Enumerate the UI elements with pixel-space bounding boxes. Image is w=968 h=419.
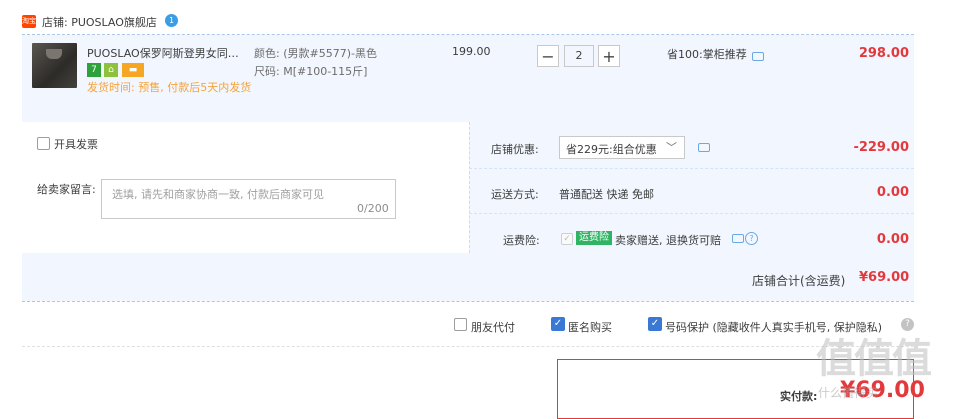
guarantee-icon: ⌂: [104, 63, 118, 77]
watermark-text: 什么值得买: [818, 386, 879, 400]
shipping-method: 普通配送 快递 免邮: [559, 188, 654, 201]
quantity-decrease-button[interactable]: −: [537, 45, 559, 67]
discount-comment-icon[interactable]: [698, 143, 710, 152]
divider: [22, 301, 914, 302]
friend-pay-checkbox[interactable]: [454, 318, 467, 331]
discount-amount: -229.00: [853, 140, 909, 155]
item-thumbnail[interactable]: [32, 43, 77, 88]
anonymous-checkbox[interactable]: ✓: [551, 317, 565, 331]
quantity-increase-button[interactable]: +: [598, 45, 620, 67]
seller-message-count: 0/200: [357, 202, 389, 215]
ship-time-note: 发货时间: 预售, 付款后5天内发货: [87, 81, 252, 94]
number-protect-checkbox[interactable]: ✓: [648, 317, 662, 331]
invoice-label[interactable]: 开具发票: [54, 136, 98, 152]
chevron-down-icon[interactable]: ﹀: [666, 139, 677, 155]
divider: [469, 213, 914, 214]
unit-price: 199.00: [452, 45, 491, 58]
insurance-checkbox: ✓: [561, 233, 573, 245]
friend-pay-label[interactable]: 朋友代付: [471, 319, 515, 335]
discount-label: 店铺优惠:: [491, 143, 539, 156]
shop-chat-badge-icon[interactable]: 1: [165, 14, 178, 27]
payment-label: 实付款:: [780, 390, 818, 403]
invoice-checkbox[interactable]: [37, 137, 50, 150]
insurance-desc: 卖家赠送, 退换货可赔: [615, 234, 721, 247]
credit-card-icon: ▬: [122, 63, 144, 77]
item-subtotal: 298.00: [858, 46, 909, 61]
shipping-amount: 0.00: [876, 185, 909, 200]
promo-comment-icon[interactable]: [752, 52, 764, 61]
insurance-comment-icon[interactable]: [732, 234, 744, 243]
insurance-label: 运费险:: [503, 234, 540, 247]
shop-name[interactable]: 店铺: PUOSLAO旗舰店: [42, 14, 157, 30]
anonymous-label[interactable]: 匿名购买: [568, 319, 612, 335]
divider: [469, 122, 470, 253]
item-promo: 省100:掌柜推荐: [667, 48, 747, 61]
shipping-label: 运送方式:: [491, 188, 539, 201]
seven-day-return-icon: 7: [87, 63, 101, 77]
insurance-tag: 运费险: [576, 231, 612, 245]
insurance-amount: 0.00: [876, 232, 909, 247]
item-spec-color: 颜色: (男款#5577)-黑色: [254, 47, 377, 60]
seller-message-placeholder: 选填, 请先和商家协商一致, 付款后商家可见: [112, 188, 324, 201]
watermark-logo: 值值值: [816, 336, 932, 382]
divider: [469, 168, 914, 169]
quantity-input[interactable]: 2: [564, 45, 594, 67]
discount-selected-value: 省229元:组合优惠: [566, 143, 657, 156]
help-icon[interactable]: ?: [745, 232, 758, 245]
message-label: 给卖家留言:: [37, 183, 96, 196]
item-title[interactable]: PUOSLAO保罗阿斯登男女同款...: [87, 45, 247, 61]
divider: [22, 346, 914, 347]
shop-icon: 淘宝: [22, 15, 36, 28]
shop-total-value: ¥69.00: [859, 270, 910, 285]
item-spec-size: 尺码: M[#100-115斤]: [254, 65, 368, 78]
shop-total-label: 店铺合计(含运费): [752, 274, 846, 288]
